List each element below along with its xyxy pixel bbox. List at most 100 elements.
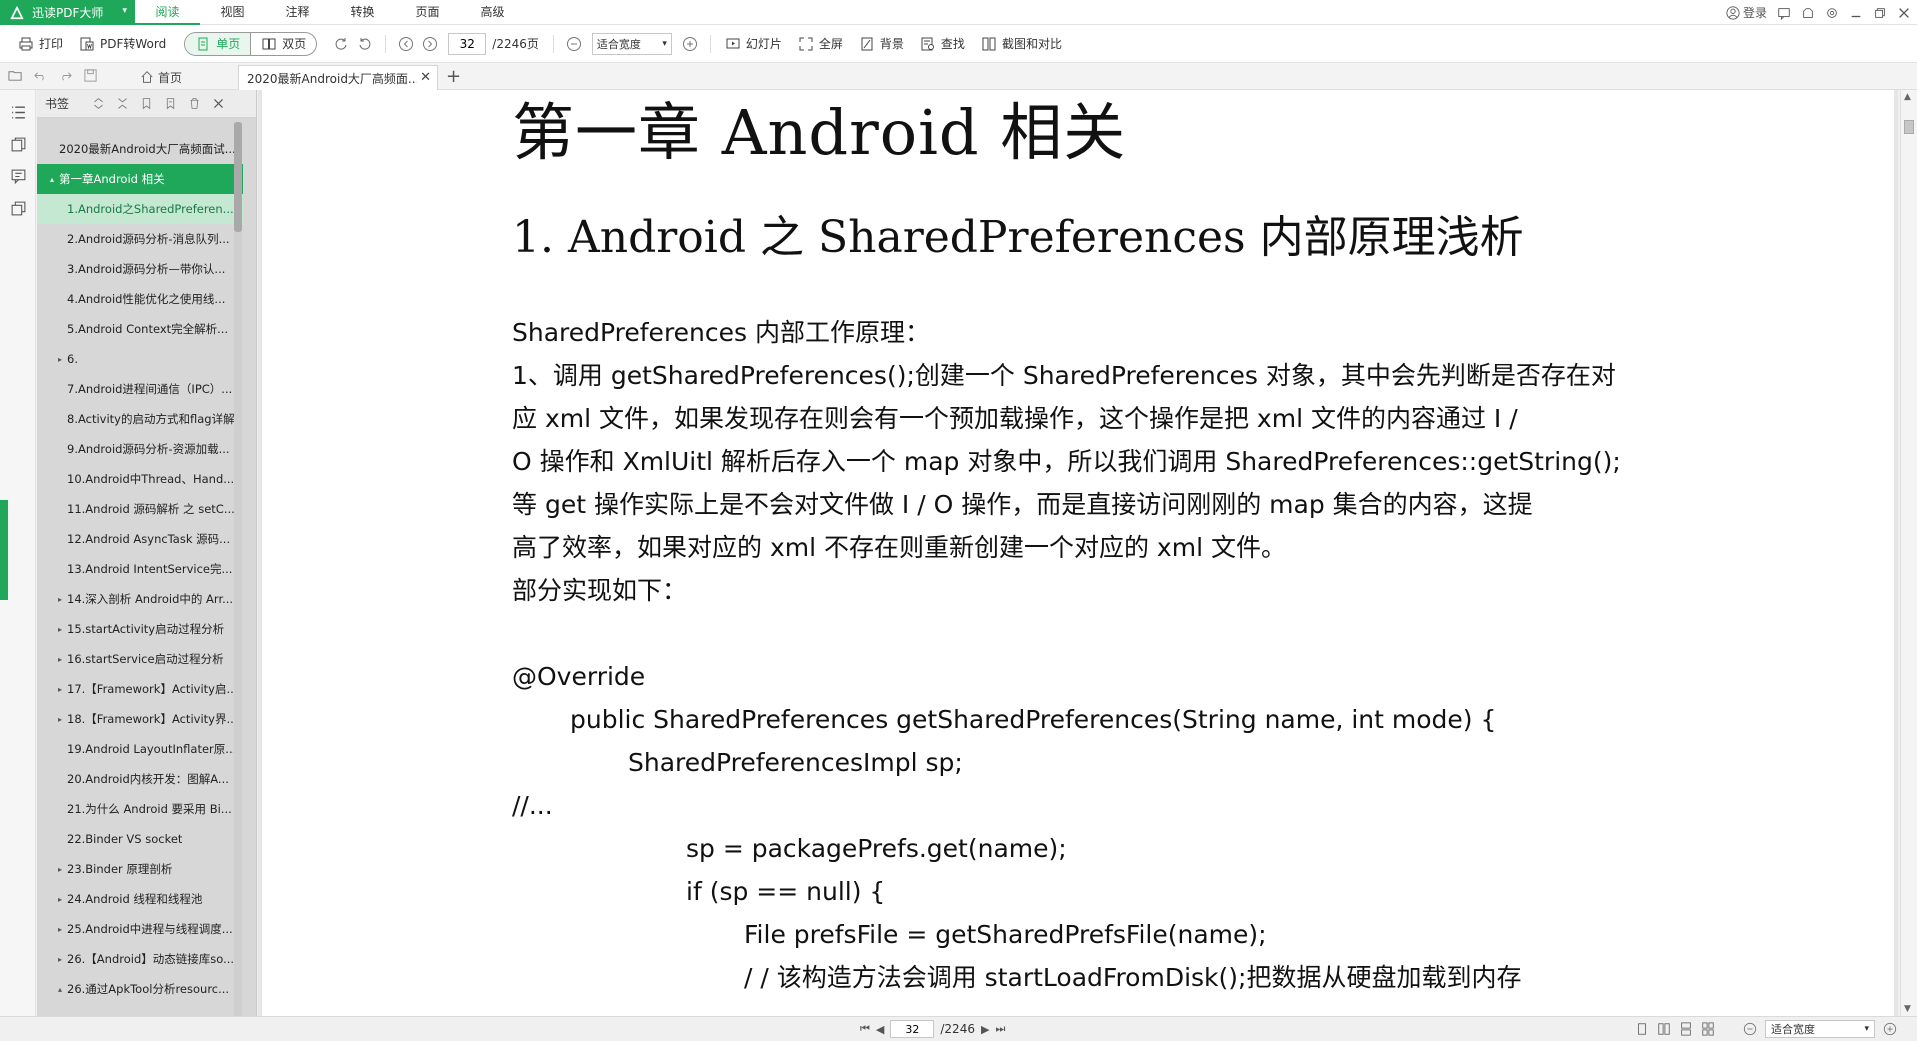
bookmark-item[interactable]: 9.Android源码分析-资源加载...: [37, 434, 243, 464]
expand-arrow-icon[interactable]: ▸: [53, 655, 67, 664]
prev-page-button[interactable]: [394, 32, 418, 56]
bookmark-scrollbar-thumb[interactable]: [234, 122, 242, 232]
find-button[interactable]: 查找: [914, 32, 971, 56]
bookmark-item[interactable]: 4.Android性能优化之使用线...: [37, 284, 243, 314]
status-zoom-select[interactable]: 适合宽度 ▾: [1765, 1020, 1875, 1038]
add-bookmark-icon[interactable]: [135, 95, 157, 113]
rail-comments-button[interactable]: [0, 160, 36, 192]
bookmark-scrollbar[interactable]: [234, 122, 242, 1017]
print-button[interactable]: 打印: [12, 32, 69, 56]
rail-attachments-button[interactable]: [0, 192, 36, 224]
menu-tab-page[interactable]: 页面: [395, 0, 460, 25]
zoom-out-icon[interactable]: [1743, 1022, 1757, 1036]
expand-arrow-icon[interactable]: ▴: [53, 985, 67, 994]
add-tab-icon[interactable]: +: [446, 66, 461, 87]
bookmark-item[interactable]: ▴ 26.通过ApkTool分析resourc...: [37, 974, 243, 1004]
restore-icon[interactable]: [1873, 6, 1887, 20]
bookmark-item[interactable]: ▸ 14.深入剖析 Android中的 Arr...: [37, 584, 243, 614]
status-page-input[interactable]: [890, 1020, 935, 1038]
fullscreen-button[interactable]: 全屏: [792, 32, 849, 56]
continuous-double-view-icon[interactable]: [1701, 1022, 1715, 1036]
settings-gear-icon[interactable]: [1825, 6, 1839, 20]
document-scrollbar[interactable]: ▲ ▼: [1900, 90, 1917, 1016]
collapse-all-icon[interactable]: [111, 95, 133, 113]
pdf-to-word-button[interactable]: PDF转Word: [73, 32, 172, 56]
expand-arrow-icon[interactable]: ▸: [53, 895, 67, 904]
bookmark-item[interactable]: 7.Android进程间通信（IPC）...: [37, 374, 243, 404]
bookmark-item[interactable]: 2.Android源码分析-消息队列...: [37, 224, 243, 254]
skin-icon[interactable]: [1801, 6, 1815, 20]
document-viewport[interactable]: 第一章 Android 相关 1. Android 之 SharedPrefer…: [258, 90, 1898, 1016]
bookmark-item[interactable]: 3.Android源码分析—带你认...: [37, 254, 243, 284]
menu-tab-read[interactable]: 阅读: [135, 0, 200, 25]
background-button[interactable]: 背景: [853, 32, 910, 56]
expand-arrow-icon[interactable]: ▸: [53, 955, 67, 964]
expand-arrow-icon[interactable]: ▸: [53, 865, 67, 874]
rotate-left-button[interactable]: [353, 32, 377, 56]
document-scrollbar-thumb[interactable]: [1904, 120, 1914, 134]
bookmark-item[interactable]: 19.Android LayoutInflater原...: [37, 734, 243, 764]
last-page-icon[interactable]: ⏭: [995, 1022, 1005, 1036]
close-panel-icon[interactable]: [207, 95, 229, 113]
save-icon[interactable]: [83, 68, 98, 83]
bookmark-item[interactable]: 10.Android中Thread、Hand...: [37, 464, 243, 494]
scroll-up-icon[interactable]: ▲: [1904, 92, 1911, 102]
expand-arrow-icon[interactable]: ▸: [53, 715, 67, 724]
bookmark-item[interactable]: 2020最新Android大厂高频面试...: [37, 134, 243, 164]
expand-arrow-icon[interactable]: ▸: [53, 685, 67, 694]
bookmark-item[interactable]: ▸ 23.Binder 原理剖析: [37, 854, 243, 884]
bookmark-item[interactable]: 21.为什么 Android 要采用 Bi...: [37, 794, 243, 824]
rail-bookmarks-button[interactable]: [0, 96, 36, 128]
zoom-out-button[interactable]: [562, 32, 586, 56]
menu-tab-convert[interactable]: 转换: [330, 0, 395, 25]
crop-compare-button[interactable]: 截图和对比: [975, 32, 1068, 56]
document-tab[interactable]: 2020最新Android大厂高频面... ✕: [238, 65, 438, 90]
expand-arrow-icon[interactable]: ▴: [45, 175, 59, 184]
slideshow-button[interactable]: 幻灯片: [719, 32, 788, 56]
minimize-icon[interactable]: [1849, 6, 1863, 20]
bookmark-item[interactable]: ▸ 16.startService启动过程分析: [37, 644, 243, 674]
menu-tab-view[interactable]: 视图: [200, 0, 265, 25]
next-page-button[interactable]: [418, 32, 442, 56]
expand-arrow-icon[interactable]: ▸: [53, 595, 67, 604]
first-page-icon[interactable]: ⏮: [860, 1022, 870, 1036]
expand-arrow-icon[interactable]: ▸: [53, 625, 67, 634]
next-page-icon[interactable]: ▶: [981, 1023, 989, 1036]
bookmark-item[interactable]: ▸ 24.Android 线程和线程池: [37, 884, 243, 914]
bookmark-item[interactable]: 8.Activity的启动方式和flag详解: [37, 404, 243, 434]
scroll-down-icon[interactable]: ▼: [1904, 1004, 1911, 1014]
bookmark-item[interactable]: 11.Android 源码解析 之 setC...: [37, 494, 243, 524]
menu-tab-annotate[interactable]: 注释: [265, 0, 330, 25]
bookmark-icon[interactable]: [159, 95, 181, 113]
bookmark-item[interactable]: 22.Binder VS socket: [37, 824, 243, 854]
prev-page-icon[interactable]: ◀: [876, 1023, 884, 1036]
menu-tab-advanced[interactable]: 高级: [460, 0, 525, 25]
single-page-view-icon[interactable]: [1635, 1022, 1649, 1036]
single-page-button[interactable]: 单页: [185, 32, 252, 55]
bookmark-item[interactable]: 13.Android IntentService完...: [37, 554, 243, 584]
double-page-view-icon[interactable]: [1657, 1022, 1671, 1036]
bookmark-item[interactable]: 5.Android Context完全解析...: [37, 314, 243, 344]
bookmark-item[interactable]: ▸ 25.Android中进程与线程调度...: [37, 914, 243, 944]
bookmark-item[interactable]: ▸ 17.【Framework】Activity启...: [37, 674, 243, 704]
close-tab-icon[interactable]: ✕: [420, 70, 431, 85]
bookmark-item[interactable]: ▴ 第一章Android 相关: [37, 164, 243, 194]
rotate-right-button[interactable]: [329, 32, 353, 56]
delete-icon[interactable]: [183, 95, 205, 113]
page-number-input[interactable]: [448, 32, 487, 55]
expand-all-icon[interactable]: [87, 95, 109, 113]
bookmark-item[interactable]: ▸ 6.: [37, 344, 243, 374]
app-brand-menu[interactable]: 迅读PDF大师 ▾: [0, 0, 135, 25]
bookmark-item[interactable]: 1.Android之SharedPreferen...: [37, 194, 243, 224]
redo-icon[interactable]: [58, 68, 73, 83]
bookmark-item[interactable]: ▸ 15.startActivity启动过程分析: [37, 614, 243, 644]
rail-thumbnails-button[interactable]: [0, 128, 36, 160]
double-page-button[interactable]: 双页: [251, 33, 316, 55]
continuous-view-icon[interactable]: [1679, 1022, 1693, 1036]
undo-icon[interactable]: [33, 68, 48, 83]
expand-arrow-icon[interactable]: ▸: [53, 355, 67, 364]
close-icon[interactable]: [1897, 6, 1911, 20]
open-folder-icon[interactable]: [8, 68, 23, 83]
zoom-in-button[interactable]: [678, 32, 702, 56]
bookmark-item[interactable]: 12.Android AsyncTask 源码...: [37, 524, 243, 554]
